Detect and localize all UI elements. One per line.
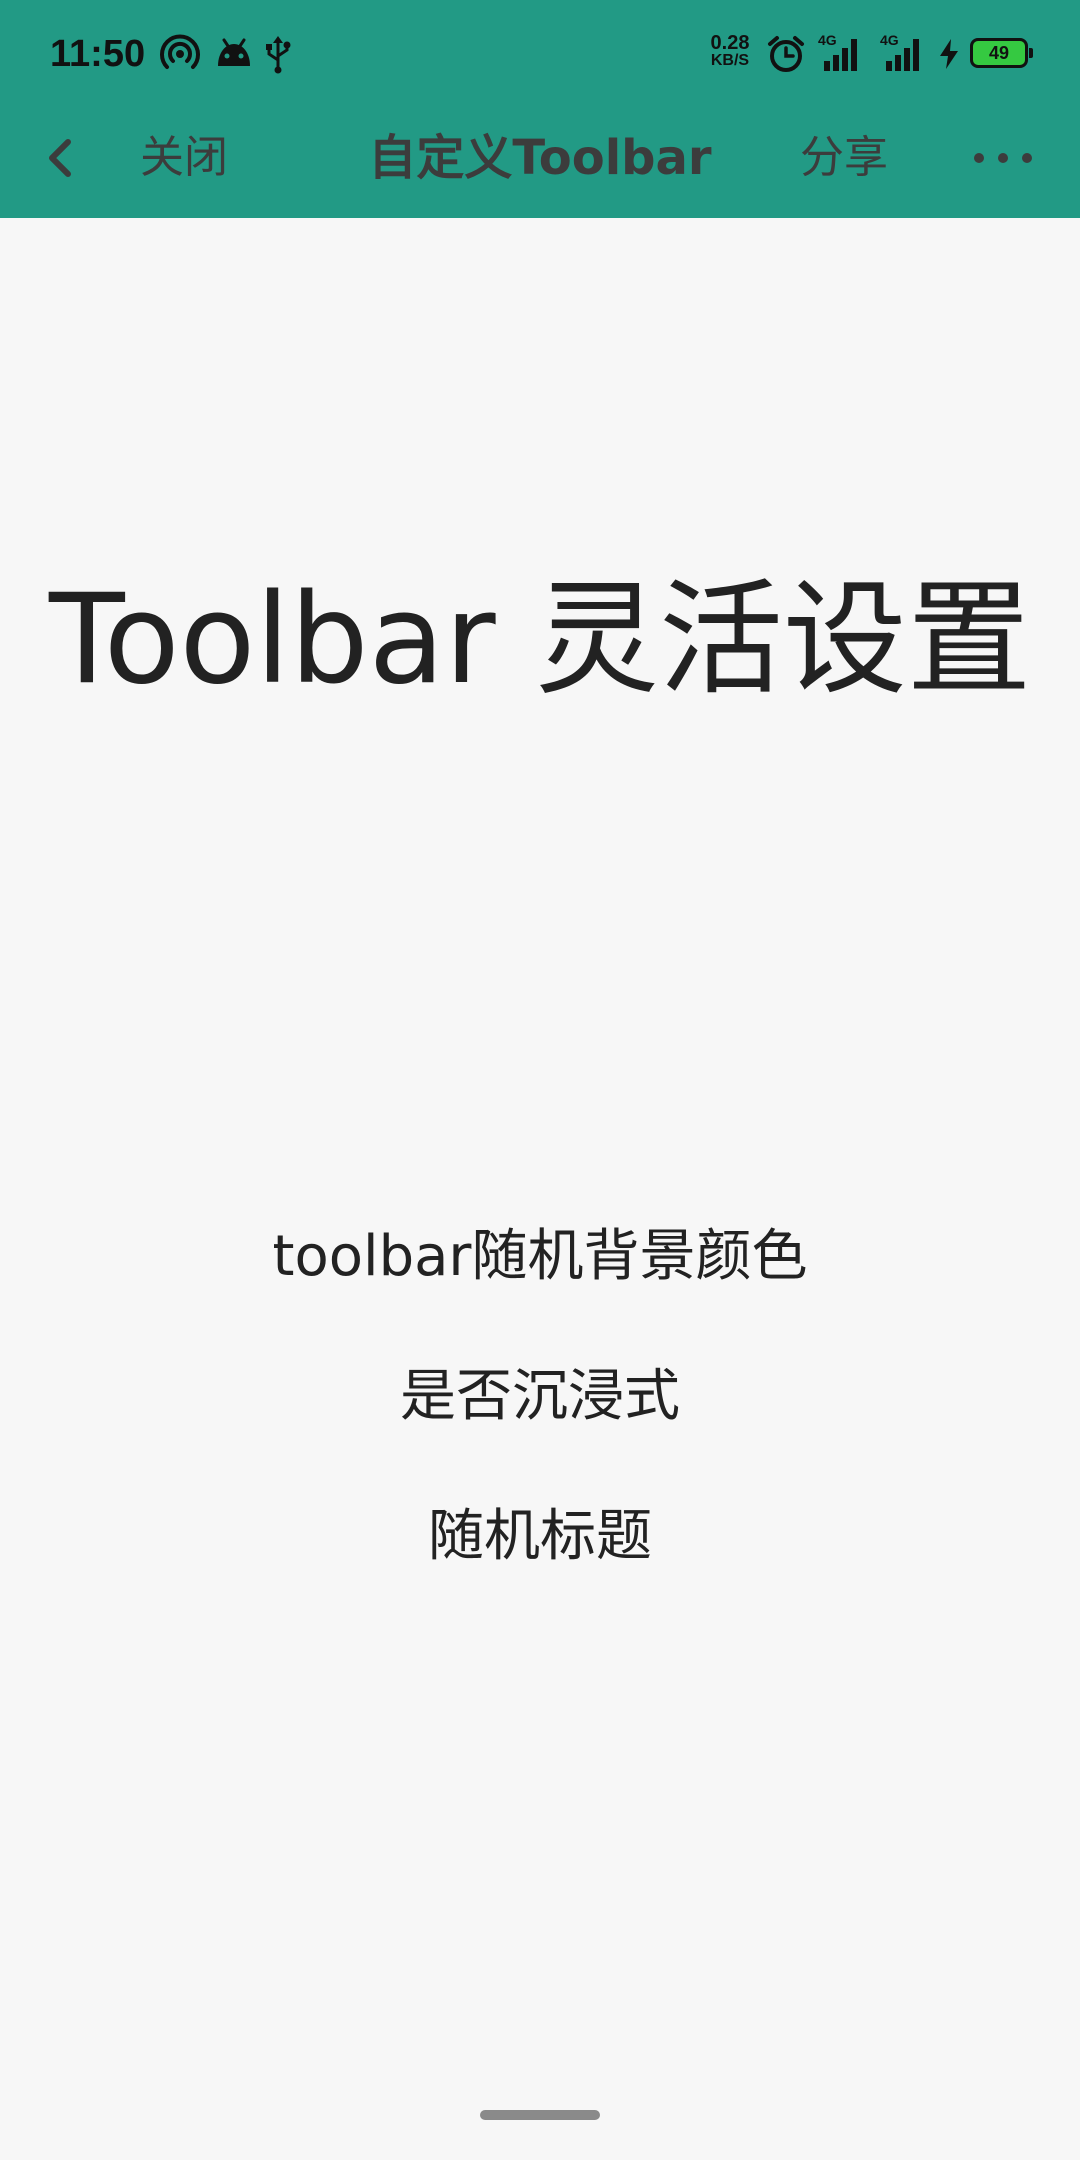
back-button[interactable] [30,126,94,190]
signal-strength-1: 4G [818,33,862,73]
app-header: 11:50 0.28 KB/S 4G 4G 49 关闭 自定义Toolbar 分… [0,0,1080,218]
more-horizontal-icon [974,153,1032,163]
battery-level: 49 [988,43,1010,63]
usb-icon [266,36,291,74]
status-bar: 11:50 0.28 KB/S 4G 4G 49 [0,0,1080,108]
battery-icon: 49 [970,38,1033,68]
signal-icon [886,39,919,71]
status-time: 11:50 [50,33,146,75]
more-options-button[interactable] [968,126,1038,190]
hero-heading: Toolbar 灵活设置 [49,568,1031,712]
charging-icon [940,39,958,69]
alarm-icon [768,36,804,72]
toolbar-title: 自定义Toolbar [368,130,712,186]
close-button[interactable]: 关闭 [140,126,228,190]
network-speed-value: 0.28 [710,32,750,54]
network-speed-unit: KB/S [710,52,750,69]
signal-icon [824,39,857,71]
signal-strength-2: 4G [880,33,924,73]
hotspot-icon [160,34,200,69]
home-indicator[interactable] [480,2110,600,2120]
share-button[interactable]: 分享 [800,126,888,190]
option-immersive-mode[interactable]: 是否沉浸式 [0,1357,1080,1437]
screen: 11:50 0.28 KB/S 4G 4G 49 关闭 自定义Toolbar 分… [0,0,1080,2160]
network-speed: 0.28 KB/S [707,32,753,70]
chevron-left-icon [49,139,71,177]
option-random-background-color[interactable]: toolbar随机背景颜色 [0,1217,1080,1297]
toolbar: 关闭 自定义Toolbar 分享 [0,108,1080,218]
android-icon [218,38,250,66]
option-random-title[interactable]: 随机标题 [0,1497,1080,1577]
